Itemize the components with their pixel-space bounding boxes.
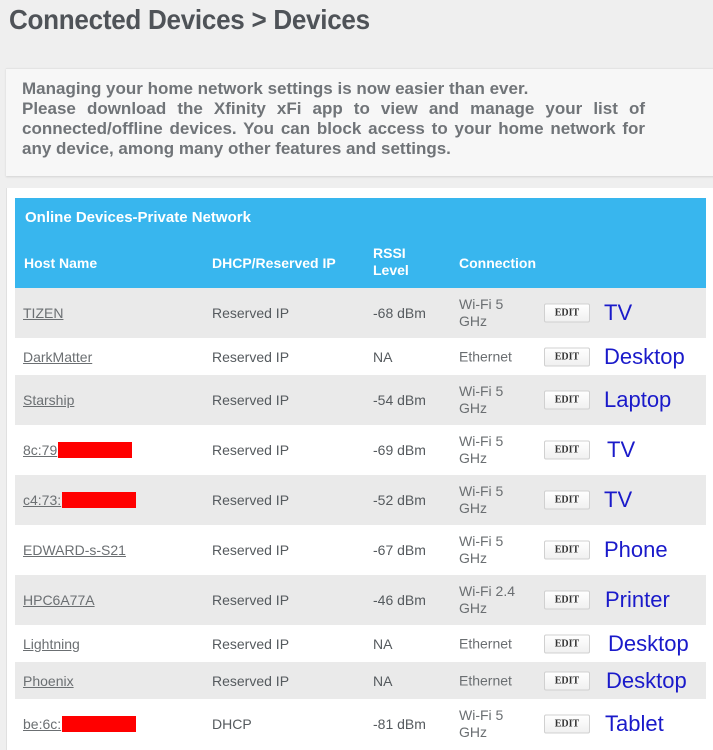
ip-type: Reserved IP [212,305,290,321]
column-header-connection: Connection [459,255,536,271]
table-row: HPC6A77A Reserved IP -46 dBm Wi-Fi 2.4 GHz E… [15,575,706,625]
table-row: TIZEN Reserved IP -68 dBm Wi-Fi 5 GHz EDIT TV [15,288,706,338]
host-name-link[interactable]: DarkMatter [23,349,92,365]
host-name-link[interactable]: c4:73: [23,492,137,508]
host-name-link[interactable]: EDWARD-s-S21 [23,542,126,558]
host-name-text[interactable]: DarkMatter [23,349,92,365]
ip-type: Reserved IP [212,542,290,558]
edit-button[interactable]: EDIT [544,490,590,510]
connection-type: Wi-Fi 5 GHz [459,296,504,329]
notice-line-1: Managing your home network settings is n… [22,79,529,98]
online-devices-table: Online Devices-Private Network Host Name… [15,198,706,749]
host-name-link[interactable]: HPC6A77A [23,592,95,608]
connection-type: Ethernet [459,348,512,364]
edit-button[interactable]: EDIT [544,390,590,410]
device-type-annotation: Printer [605,587,670,612]
rssi-level: -52 dBm [373,492,426,508]
table-row: Lightning Reserved IP NA Ethernet EDIT Deskto… [15,625,706,662]
rssi-level: -46 dBm [373,592,426,608]
table-caption: Online Devices-Private Network [25,209,251,226]
rssi-level: -68 dBm [373,305,426,321]
host-name-text[interactable]: EDWARD-s-S21 [23,542,126,558]
connection-type: Ethernet [459,635,512,651]
device-type-annotation: TV [604,300,633,325]
host-name-text[interactable]: Lightning [23,636,80,652]
host-name-link[interactable]: Lightning [23,636,80,652]
device-type-annotation: Desktop [606,667,687,693]
edit-button[interactable]: EDIT [544,671,590,690]
table-row: 8c:79 Reserved IP -69 dBm Wi-Fi 5 GHz EDIT TV [15,425,706,475]
host-name-link[interactable]: 8c:79 [23,442,133,458]
table-body: TIZEN Reserved IP -68 dBm Wi-Fi 5 GHz EDIT TV… [15,288,706,749]
connection-type: Ethernet [459,672,512,688]
connection-type: Wi-Fi 2.4 GHz [459,583,515,616]
edit-button[interactable]: EDIT [544,303,590,323]
ip-type: Reserved IP [212,672,290,689]
table-row: c4:73: Reserved IP -52 dBm Wi-Fi 5 GHz EDIT T… [15,475,706,525]
connection-type: Wi-Fi 5 GHz [459,533,504,566]
connection-type: Wi-Fi 5 GHz [459,433,504,466]
table-row: Phoenix Reserved IP NA Ethernet EDIT Desktop [15,662,706,699]
edit-button[interactable]: EDIT [544,347,590,366]
host-name-link[interactable]: be:6c: [23,716,137,732]
table-row: Starship Reserved IP -54 dBm Wi-Fi 5 GHz EDI… [15,375,706,425]
column-header-ip: DHCP/Reserved IP [212,255,336,271]
page-title: Connected Devices > Devices [9,4,370,35]
connection-type: Wi-Fi 5 GHz [459,383,504,416]
notice-text: Managing your home network settings is n… [22,79,645,159]
rssi-level: NA [373,672,393,689]
column-header-host-name: Host Name [24,255,98,271]
device-type-annotation: Desktop [604,343,685,369]
host-name-text[interactable]: TIZEN [23,305,63,321]
host-name-link[interactable]: Phoenix [23,673,74,689]
device-type-annotation: TV [607,437,636,462]
ip-type: Reserved IP [212,492,290,508]
table-row: be:6c: DHCP -81 dBm Wi-Fi 5 GHz EDIT Tablet [15,699,706,749]
devices-panel: Online Devices-Private Network Host Name… [6,188,713,750]
rssi-level: -67 dBm [373,542,426,558]
host-name-text[interactable]: Starship [23,392,74,408]
table-row: DarkMatter Reserved IP NA Ethernet EDIT Deskt… [15,338,706,375]
rssi-level: -81 dBm [373,716,426,732]
device-type-annotation: Laptop [604,387,672,412]
notice-line-2: Please download the Xfinity xFi app to v… [22,99,645,158]
edit-button[interactable]: EDIT [544,590,590,610]
connection-type: Wi-Fi 5 GHz [459,707,504,740]
device-type-annotation: TV [604,487,633,512]
edit-button[interactable]: EDIT [544,634,590,653]
edit-button[interactable]: EDIT [544,540,590,560]
ip-type: DHCP [212,716,252,732]
host-name-link[interactable]: Starship [23,392,74,408]
host-name-text[interactable]: HPC6A77A [23,592,95,608]
xfi-app-notice: Managing your home network settings is n… [6,68,713,176]
connection-type: Wi-Fi 5 GHz [459,483,504,516]
table-row: EDWARD-s-S21 Reserved IP -67 dBm Wi-Fi 5 GH… [15,525,706,575]
edit-button[interactable]: EDIT [544,714,590,734]
ip-type: Reserved IP [212,392,290,408]
table-header: Online Devices-Private Network Host Name… [15,198,706,288]
host-name-link[interactable]: TIZEN [23,305,63,321]
host-name-text[interactable]: c4:73: [23,492,61,508]
ip-type: Reserved IP [212,592,290,608]
rssi-level: -69 dBm [373,442,426,458]
ip-type: Reserved IP [212,348,290,365]
redaction-bar [62,716,137,732]
redaction-bar [58,442,133,458]
ip-type: Reserved IP [212,635,290,652]
host-name-text[interactable]: be:6c: [23,716,61,732]
rssi-level: NA [373,635,393,652]
device-type-annotation: Phone [604,537,668,562]
host-name-text[interactable]: 8c:79 [23,442,57,458]
device-type-annotation: Tablet [605,711,664,736]
edit-button[interactable]: EDIT [544,440,590,460]
host-name-text[interactable]: Phoenix [23,673,74,689]
rssi-level: NA [373,348,393,365]
device-type-annotation: Desktop [608,630,689,656]
rssi-level: -54 dBm [373,392,426,408]
ip-type: Reserved IP [212,442,290,458]
column-header-rssi: RSSI Level [373,245,409,278]
redaction-bar [62,492,137,508]
